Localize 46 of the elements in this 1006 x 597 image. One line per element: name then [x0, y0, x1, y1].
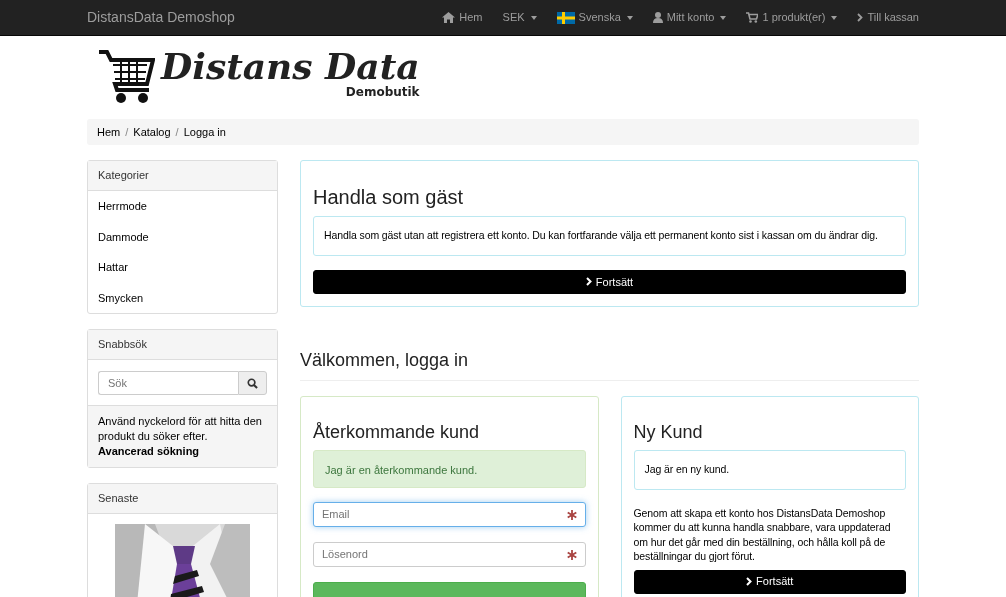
breadcrumb-link[interactable]: Katalog: [133, 123, 171, 141]
nav-link[interactable]: Hem: [432, 0, 493, 36]
swedish-flag-icon: [556, 11, 575, 24]
chevron-right-icon: [746, 577, 753, 587]
card-title: Ny Kund: [633, 422, 704, 444]
section-heading: Välkommen, logga in: [300, 349, 919, 382]
search-icon: [247, 377, 258, 389]
search-help-text: Använd nyckelord för att hitta den produkt du söker efter.: [98, 415, 262, 442]
search-field[interactable]: Sök: [98, 371, 238, 395]
advanced-search-link[interactable]: Avancerad sökning: [98, 444, 267, 459]
returning-customer-alert: Jag är en återkommande kund.: [313, 449, 586, 488]
chevron-right-icon: [857, 13, 864, 22]
category-link[interactable]: Herrmode: [88, 191, 277, 222]
brand-link[interactable]: DistansData Demoshop: [87, 7, 235, 28]
cart-logo-icon: [97, 48, 155, 104]
continue-button[interactable]: Fortsätt: [633, 569, 906, 594]
chevron-right-icon: [585, 277, 592, 287]
category-link[interactable]: Hattar: [88, 252, 277, 283]
guest-info-text: Handla som gäst utan att registrera ett konto. Du kan fortfarande välja ett permanent konto sist i kassan om du ändrar dig.: [313, 216, 906, 256]
breadcrumb-separator: /: [124, 124, 130, 140]
new-customer-note: Jag är en ny kund.: [633, 449, 906, 490]
cart-icon: [746, 12, 759, 23]
breadcrumb-separator: /: [174, 124, 180, 140]
category-link[interactable]: Smycken: [88, 282, 277, 313]
nav-dropdown[interactable]: Svenska: [546, 0, 643, 36]
card-title: Handla som gäst: [313, 185, 465, 209]
nav-link[interactable]: Till kassan: [847, 0, 919, 36]
home-icon: [442, 12, 456, 23]
panel-title: Senaste: [88, 484, 277, 514]
category-link[interactable]: Dammode: [88, 221, 277, 252]
nav-dropdown[interactable]: Mitt konto: [642, 0, 737, 36]
breadcrumb-link[interactable]: Hem: [97, 123, 121, 141]
logo-title: Distans Data: [161, 48, 420, 84]
user-icon: [652, 12, 663, 23]
input-field[interactable]: Email: [313, 501, 586, 527]
card-title: Återkommande kund: [313, 422, 481, 444]
panel-title: Snabbsök: [88, 330, 277, 360]
nav-dropdown[interactable]: SEK: [492, 0, 547, 36]
new-customer-text: Genom att skapa ett konto hos DistansData Demoshop kommer du att kunna handla snabbare, vara uppdaterad om hur det går med din beställning, och hålla koll på de beställningar du gjort förut.: [633, 505, 892, 564]
input-field[interactable]: Lösenord: [313, 541, 586, 567]
nav-dropdown[interactable]: 1 produkt(er): [736, 0, 848, 36]
panel-title: Kategorier: [88, 161, 277, 191]
logo-subtitle: Demobutik: [344, 86, 420, 98]
breadcrumb-current: Logga in: [183, 124, 226, 140]
continue-button[interactable]: Fortsätt: [313, 269, 906, 294]
search-button[interactable]: [238, 371, 267, 395]
